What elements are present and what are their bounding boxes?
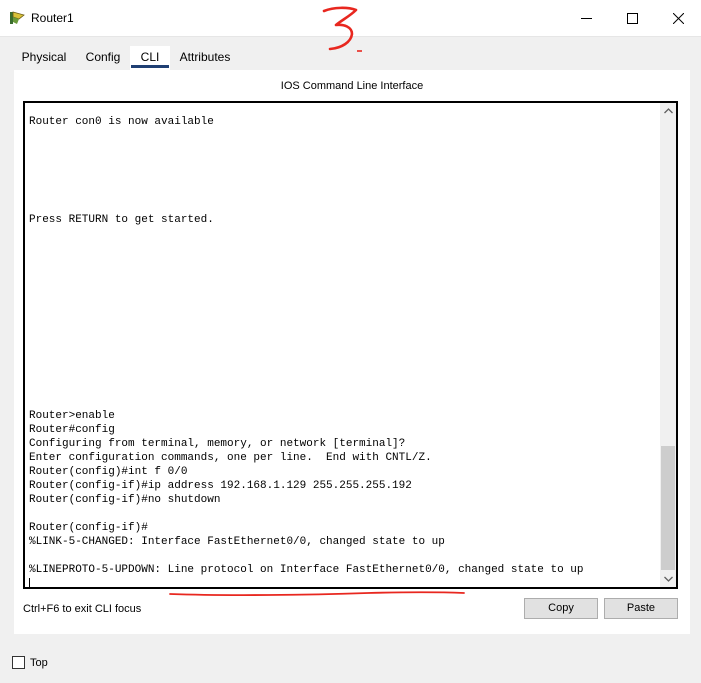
scroll-thumb[interactable]: [661, 446, 675, 570]
handwritten-annotation: [322, 6, 362, 52]
terminal-line: Router(config)#int f 0/0: [29, 466, 188, 478]
terminal-line: Press RETURN to get started.: [29, 214, 214, 226]
terminal-line: Router(config-if)#ip address 192.168.1.1…: [29, 480, 412, 492]
tab-attributes[interactable]: Attributes: [174, 46, 236, 70]
top-checkbox[interactable]: [12, 656, 25, 669]
terminal-line: Router(config-if)#: [29, 522, 148, 534]
terminal-output: Router con0 is now available Press RETURN…: [29, 115, 584, 577]
cli-terminal[interactable]: Router con0 is now available Press RETURN…: [23, 101, 678, 596]
paste-button[interactable]: Paste: [604, 598, 678, 619]
close-icon: [672, 12, 684, 24]
cli-heading: IOS Command Line Interface: [280, 80, 424, 92]
maximize-button[interactable]: [609, 0, 655, 36]
scroll-up-button[interactable]: [660, 103, 676, 119]
chevron-down-icon: [663, 576, 673, 582]
maximize-icon: [626, 12, 638, 24]
terminal-line: Router#config: [29, 424, 115, 436]
tab-config[interactable]: Config: [80, 46, 126, 70]
scroll-down-button[interactable]: [660, 571, 676, 587]
top-checkbox-label: Top: [30, 657, 48, 669]
terminal-line: Router con0 is now available: [29, 116, 214, 128]
title-bar: Router1: [0, 0, 701, 52]
router-app-icon: [10, 11, 25, 24]
terminal-line: %LINEPROTO-5-UPDOWN: Line protocol on In…: [29, 564, 584, 576]
active-tab-indicator: [131, 65, 169, 68]
terminal-line: Configuring from terminal, memory, or ne…: [29, 438, 406, 450]
minimize-button[interactable]: [563, 0, 609, 36]
terminal-line: Router(config-if)#no shutdown: [29, 494, 221, 506]
tab-physical[interactable]: Physical: [14, 46, 74, 70]
text-cursor: [29, 578, 30, 587]
terminal-line: Enter configuration commands, one per li…: [29, 452, 432, 464]
chevron-up-icon: [663, 108, 673, 114]
terminal-line: Router>enable: [29, 410, 115, 422]
close-button[interactable]: [655, 0, 701, 36]
copy-button[interactable]: Copy: [524, 598, 598, 619]
minimize-icon: [580, 17, 592, 19]
terminal-scrollbar[interactable]: [660, 103, 676, 587]
handwritten-underline: [169, 591, 465, 596]
cli-focus-hint: Ctrl+F6 to exit CLI focus: [23, 603, 142, 615]
window-title: Router1: [31, 11, 74, 25]
terminal-line: %LINK-5-CHANGED: Interface FastEthernet0…: [29, 536, 445, 548]
